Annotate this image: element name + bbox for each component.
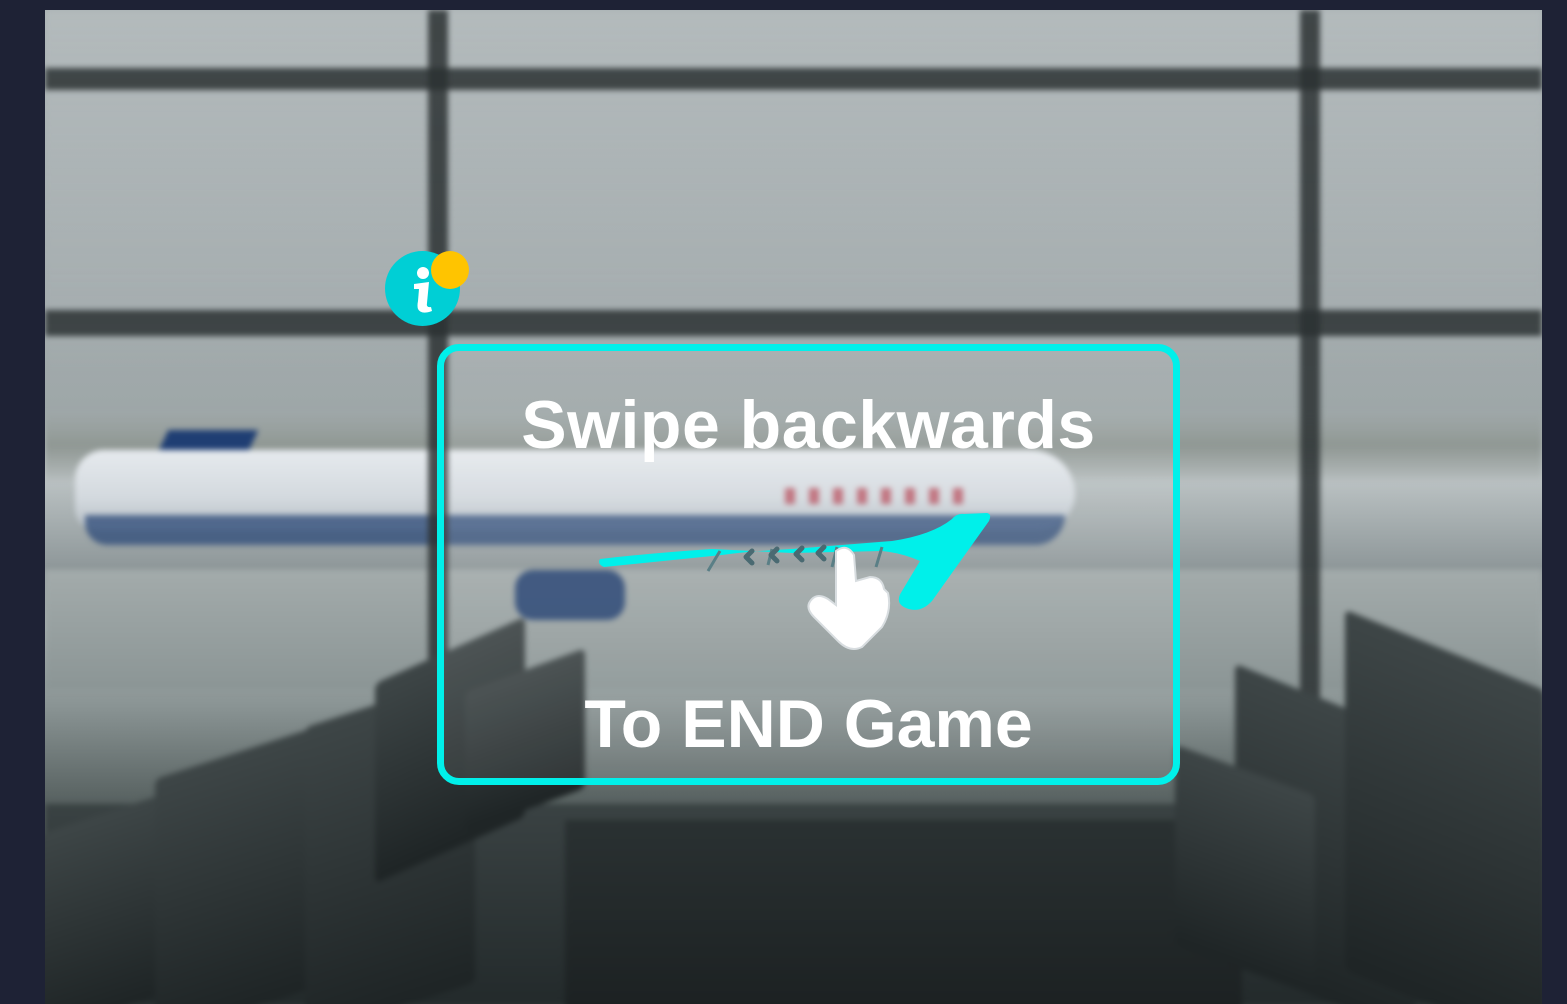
instruction-subtitle: To END Game — [584, 686, 1033, 762]
notification-dot — [431, 251, 469, 289]
instruction-panel: Swipe backwards To END Game — [437, 344, 1180, 785]
instruction-title: Swipe backwards — [521, 387, 1096, 463]
swipe-backwards-gesture-icon — [599, 513, 991, 650]
